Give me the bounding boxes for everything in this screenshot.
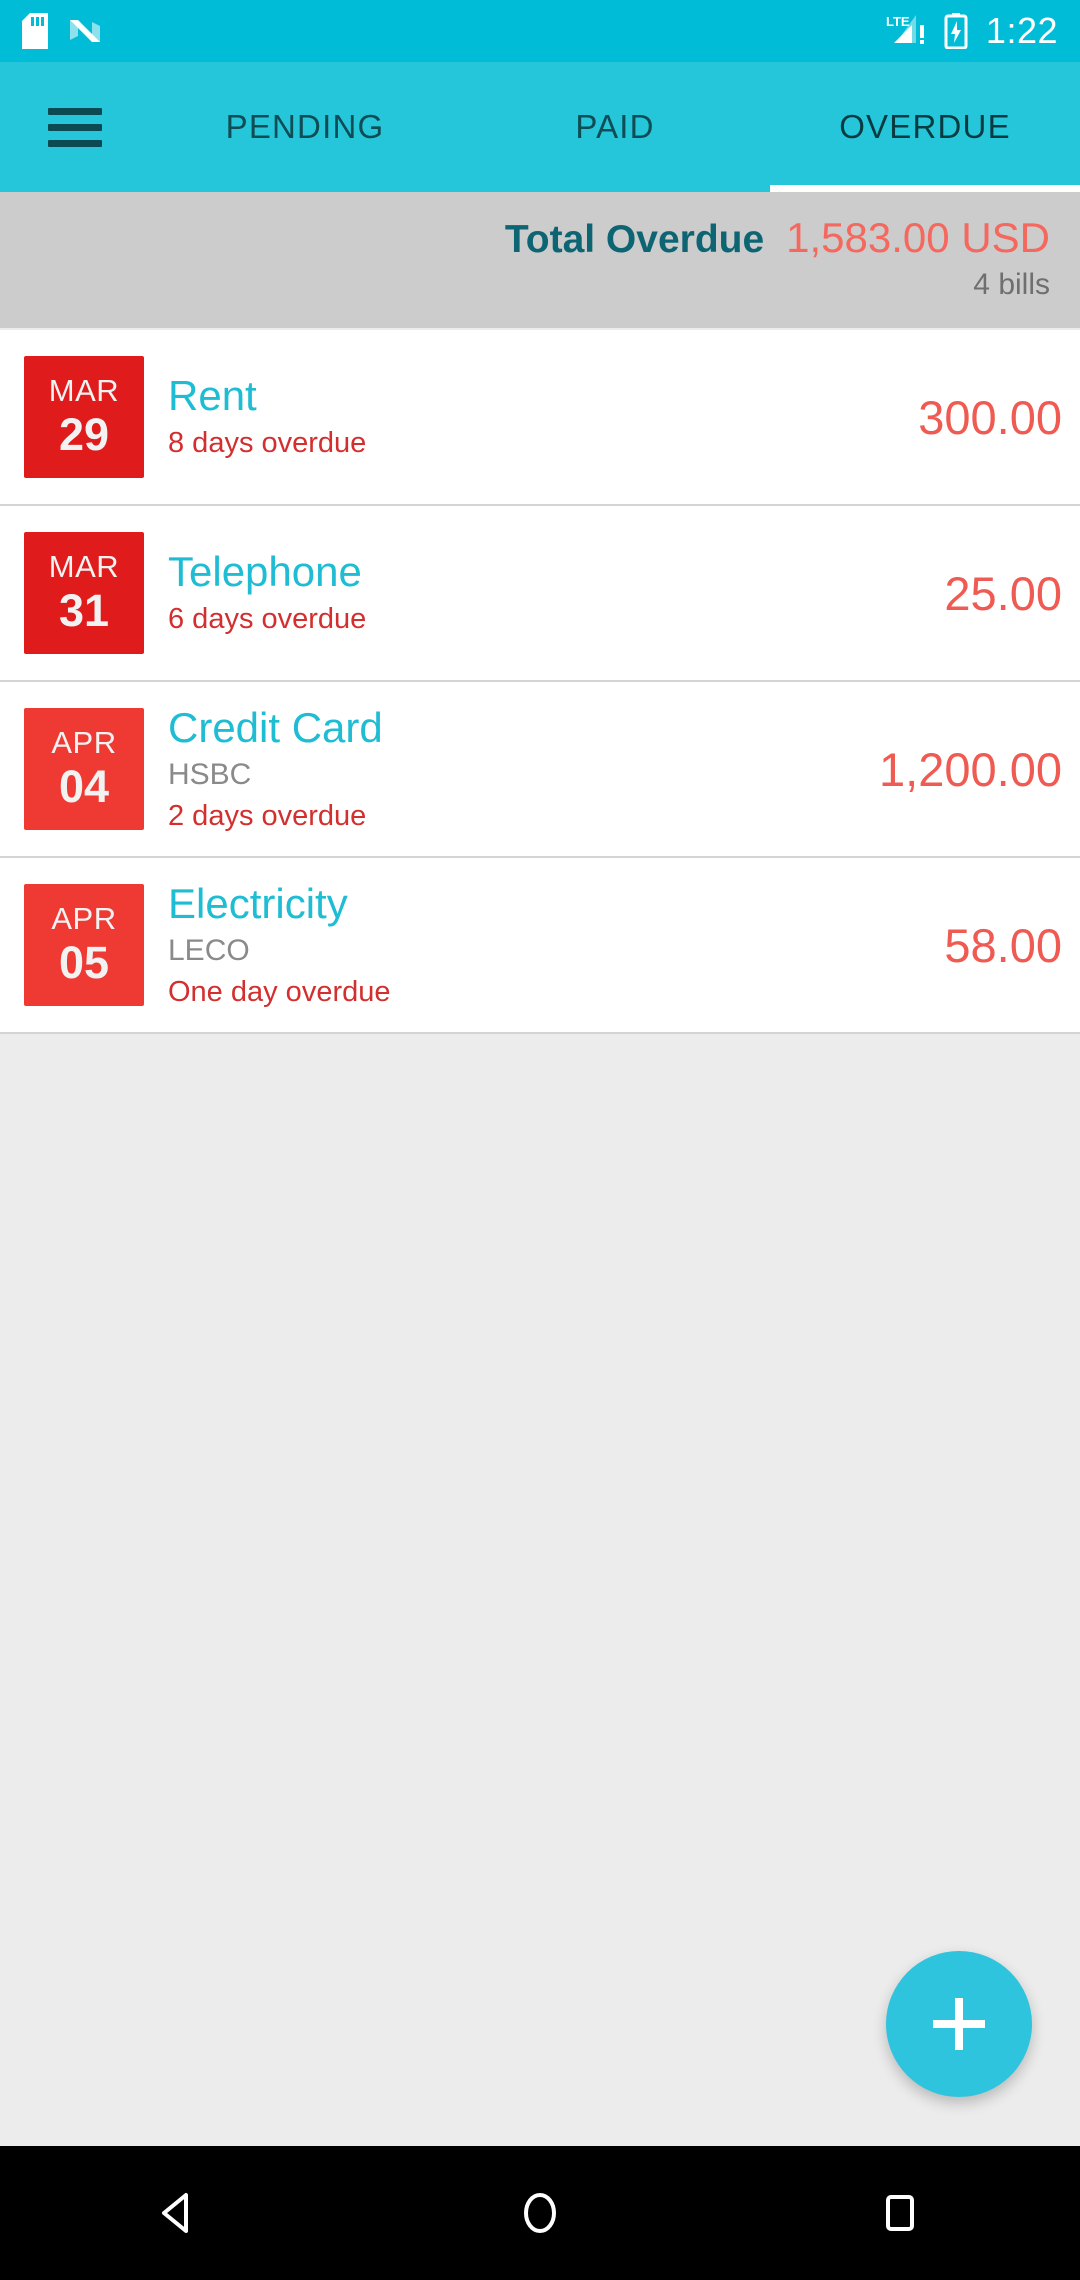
date-badge-day: 29	[58, 408, 110, 460]
bill-status: 2 days overdue	[168, 799, 367, 832]
bill-status: 6 days overdue	[168, 602, 367, 635]
date-badge: APR 05	[24, 884, 144, 1006]
app-bar: PENDING PAID OVERDUE	[0, 62, 1080, 192]
svg-text:LTE: LTE	[886, 14, 910, 29]
status-bar-right-icons: LTE 1:22	[886, 13, 1058, 49]
sd-card-icon	[22, 13, 48, 49]
summary-main-row: Total Overdue 1,583.00 USD	[30, 192, 1050, 262]
bill-text-group: Credit Card HSBC 2 days overdue	[168, 685, 861, 854]
status-bar: LTE 1:22	[0, 0, 1080, 62]
bill-body: Rent 8 days overdue 300.00	[144, 330, 1080, 504]
hamburger-menu-button[interactable]	[0, 62, 150, 192]
tab-overdue[interactable]: OVERDUE	[770, 62, 1080, 192]
date-badge: MAR 31	[24, 532, 144, 654]
hamburger-menu-icon	[48, 99, 102, 156]
bill-status: One day overdue	[168, 975, 391, 1008]
table-row[interactable]: MAR 29 Rent 8 days overdue 300.00	[0, 330, 1080, 506]
summary-amount: 1,583.00 USD	[786, 214, 1050, 261]
date-badge-month: APR	[51, 725, 117, 761]
bill-body: Telephone 6 days overdue 25.00	[144, 506, 1080, 680]
total-overdue-summary: Total Overdue 1,583.00 USD 4 bills	[0, 192, 1080, 328]
date-badge-month: APR	[51, 901, 117, 937]
date-badge-day: 31	[58, 584, 110, 636]
bill-text-group: Electricity LECO One day overdue	[168, 861, 926, 1030]
date-badge: APR 04	[24, 708, 144, 830]
add-bill-fab[interactable]	[886, 1951, 1032, 2097]
bill-text-group: Telephone 6 days overdue	[168, 529, 926, 656]
date-badge-month: MAR	[48, 549, 120, 585]
bill-subtitle: LECO	[168, 934, 250, 968]
status-bar-left-icons	[22, 13, 102, 49]
back-icon	[162, 2193, 188, 2233]
bill-status: 8 days overdue	[168, 426, 367, 459]
bill-subtitle: HSBC	[168, 758, 252, 792]
table-row[interactable]: APR 05 Electricity LECO One day overdue …	[0, 858, 1080, 1034]
bill-amount: 300.00	[918, 390, 1062, 444]
bill-amount: 58.00	[944, 918, 1062, 972]
overdue-bill-list: MAR 29 Rent 8 days overdue 300.00 MAR 31…	[0, 330, 1080, 1034]
battery-charging-icon	[944, 13, 968, 49]
home-icon	[524, 2193, 556, 2233]
summary-count-row: 4 bills	[30, 262, 1050, 302]
table-row[interactable]: APR 04 Credit Card HSBC 2 days overdue 1…	[0, 682, 1080, 858]
nav-recents-button[interactable]	[810, 2146, 990, 2280]
table-row[interactable]: MAR 31 Telephone 6 days overdue 25.00	[0, 506, 1080, 682]
bill-text-group: Rent 8 days overdue	[168, 353, 900, 480]
bill-amount: 25.00	[944, 566, 1062, 620]
summary-bill-count: 4 bills	[973, 268, 1050, 301]
bill-body: Credit Card HSBC 2 days overdue 1,200.00	[144, 682, 1080, 856]
tab-pending[interactable]: PENDING	[150, 62, 460, 192]
bill-title: Rent	[168, 372, 257, 420]
recents-icon	[886, 2195, 914, 2231]
date-badge-month: MAR	[48, 373, 120, 409]
date-badge: MAR 29	[24, 356, 144, 478]
tab-paid[interactable]: PAID	[460, 62, 770, 192]
date-badge-day: 04	[58, 760, 110, 812]
signal-icon: LTE	[886, 13, 930, 49]
summary-label: Total Overdue	[504, 218, 765, 261]
android-navigation-bar	[0, 2146, 1080, 2280]
plus-icon	[933, 1998, 985, 2050]
date-badge-day: 05	[58, 936, 110, 988]
bill-title: Electricity	[168, 879, 348, 927]
bill-body: Electricity LECO One day overdue 58.00	[144, 858, 1080, 1032]
status-bar-clock: 1:22	[985, 10, 1058, 51]
bill-amount: 1,200.00	[879, 742, 1062, 796]
tab-bar: PENDING PAID OVERDUE	[150, 62, 1080, 192]
nav-home-button[interactable]	[450, 2146, 630, 2280]
bill-title: Credit Card	[168, 703, 383, 751]
nav-back-button[interactable]	[90, 2146, 270, 2280]
app-screen: LTE 1:22 PENDING PAID OVERDUE Total Over…	[0, 0, 1080, 2280]
android-nougat-icon	[68, 14, 102, 48]
bill-title: Telephone	[168, 548, 362, 596]
